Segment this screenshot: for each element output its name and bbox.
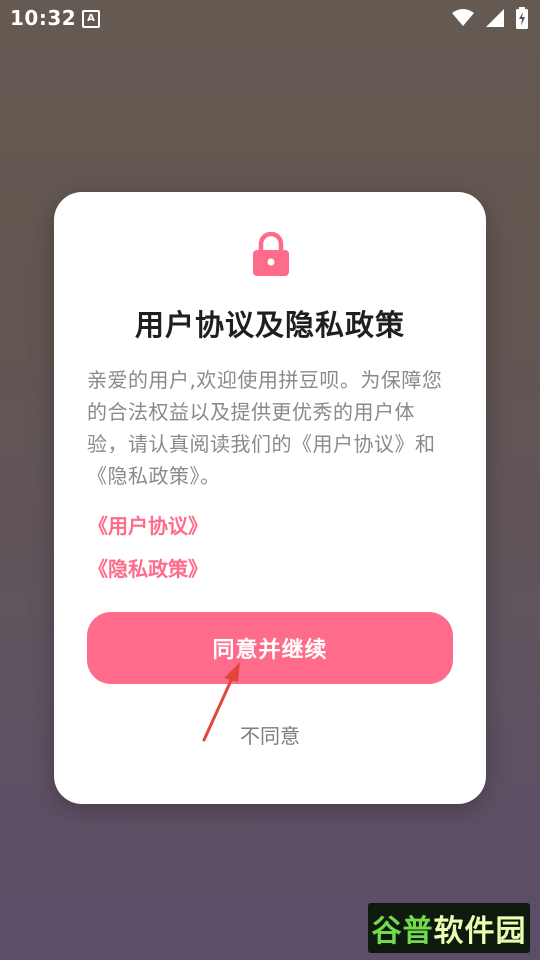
privacy-policy-link[interactable]: 《隐私政策》 (88, 553, 208, 582)
watermark-part2: 软件园 (433, 914, 527, 949)
battery-charging-icon (516, 7, 528, 29)
privacy-dialog: 用户协议及隐私政策 亲爱的用户,欢迎使用拼豆呗。为保障您的合法权益以及提供更优秀… (54, 192, 486, 804)
watermark-part1: 谷普 (371, 914, 434, 949)
annotation-arrow-icon (202, 662, 240, 742)
wifi-icon (452, 9, 474, 26)
agree-continue-button[interactable]: 同意并继续 (87, 612, 453, 684)
status-bar: 10:32 A (0, 0, 540, 38)
lock-icon (253, 232, 289, 276)
disagree-button[interactable]: 不同意 (54, 720, 486, 749)
status-icons (452, 7, 528, 29)
dialog-body-text: 亲爱的用户,欢迎使用拼豆呗。为保障您的合法权益以及提供更优秀的用户体验，请认真阅… (87, 368, 443, 488)
notification-icon: A (82, 10, 100, 28)
dialog-title: 用户协议及隐私政策 (134, 308, 405, 342)
status-time: 10:32 (10, 6, 77, 30)
user-agreement-link[interactable]: 《用户协议》 (88, 510, 208, 539)
cell-signal-icon (486, 9, 504, 27)
watermark-logo: 谷普 软件园 (368, 903, 530, 953)
